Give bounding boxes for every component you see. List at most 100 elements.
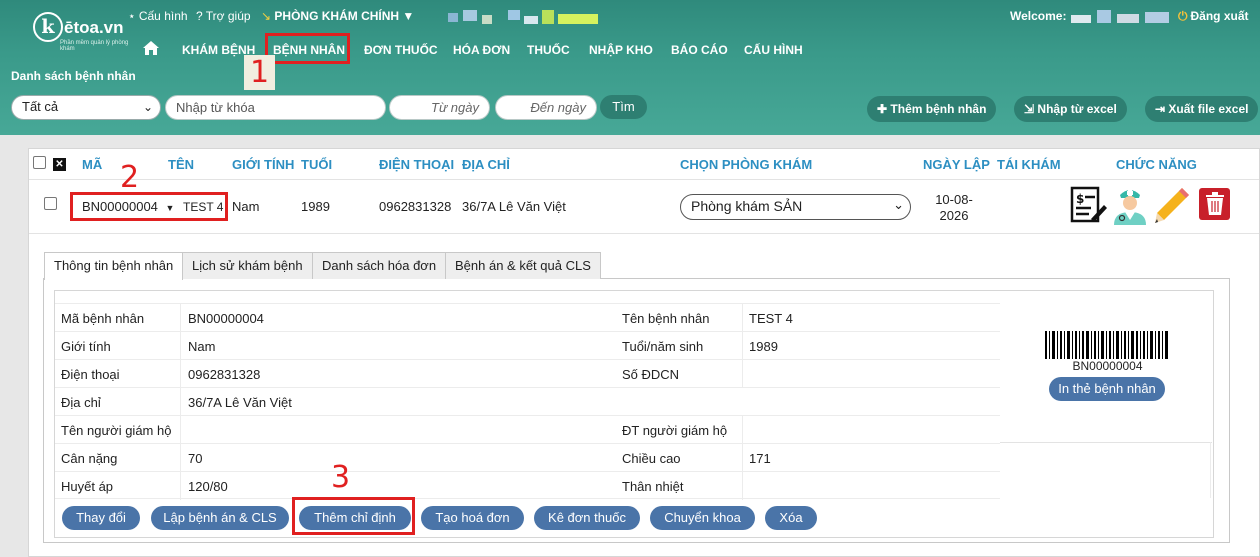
clinic-menu[interactable]: ↘ PHÒNG KHÁM CHÍNH ▼ [261,9,414,23]
tab-invoice-list[interactable]: Danh sách hóa đơn [312,252,447,279]
help-link[interactable]: ? Trợ giúp [196,9,251,23]
info-label: Số ĐDCN [622,367,680,382]
divider [180,360,181,388]
create-record-button[interactable]: Lập bệnh án & CLS [151,506,289,530]
row-age: 1989 [301,199,330,214]
divider [29,233,1259,234]
info-row: Điện thoại 0962831328 Số ĐDCN [55,359,1000,388]
info-value: BN00000004 [188,311,264,326]
nav-cau-hinh[interactable]: CẤU HÌNH [744,43,803,57]
col-header-name: TÊN [168,157,194,172]
clear-selection-icon[interactable]: ✕ [53,158,66,171]
doctor-icon[interactable] [1111,185,1149,225]
info-row: Địa chỉ 36/7A Lê Văn Việt [55,387,1000,416]
import-excel-button[interactable]: ⇲ Nhập từ excel [1014,96,1127,122]
row-gender: Nam [232,199,260,214]
info-value: 1989 [749,339,778,354]
clinic-select-value: Phòng khám SẢN [691,198,803,214]
col-header-phone: ĐIỆN THOẠI [379,157,455,172]
export-excel-label: Xuất file excel [1168,102,1249,116]
row-date-line1: 10-08- [935,192,973,207]
logout-link[interactable]: ⏻ Đăng xuất [1178,9,1249,24]
tab-patient-info[interactable]: Thông tin bệnh nhân [44,252,184,280]
info-label: Huyết áp [61,479,114,494]
logout-label: Đăng xuất [1190,9,1249,23]
info-label: Tuổi/năm sinh [622,339,704,354]
info-row: Mã bệnh nhân BN00000004 Tên bệnh nhân TE… [55,303,1000,332]
col-header-gender: GIỚI TÍNH [232,157,295,172]
edit-pencil-icon[interactable] [1152,185,1190,225]
col-header-address: ĐỊA CHỈ [462,157,510,172]
divider [29,179,1259,180]
chevron-down-icon: ⌄ [893,197,904,212]
search-button[interactable]: Tìm [600,95,647,119]
clinic-select[interactable]: Phòng khám SẢN ⌄ [680,194,911,220]
info-row: Giới tính Nam Tuổi/năm sinh 1989 [55,331,1000,360]
divider [742,416,743,444]
divider [180,388,181,416]
divider [180,416,181,444]
nav-nhap-kho[interactable]: NHẬP KHO [589,43,653,57]
divider [1000,442,1212,443]
keyword-input[interactable]: Nhập từ khóa [165,95,386,120]
callout-box-3 [292,497,415,535]
info-label: Chiều cao [622,451,681,466]
nav-bao-cao[interactable]: BÁO CÁO [671,43,728,57]
page-title: Danh sách bệnh nhân [11,69,136,83]
import-icon: ⇲ [1024,102,1035,116]
row-address: 36/7A Lê Văn Việt [462,199,566,214]
username-blurred [1071,10,1171,24]
clinic-menu-label: PHÒNG KHÁM CHÍNH [274,9,400,23]
info-value: 120/80 [188,479,228,494]
nav-thuoc[interactable]: THUỐC [527,43,570,57]
plus-icon: ✚ [877,102,888,116]
divider [742,444,743,472]
chevron-down-icon: ⌄ [142,100,153,114]
prescription-icon[interactable]: $ [1069,185,1107,225]
col-header-age: TUỔI [301,157,333,172]
add-patient-button[interactable]: ✚ Thêm bệnh nhân [867,96,997,122]
info-label: ĐT người giám hộ [622,423,728,438]
select-all-checkbox[interactable] [33,156,46,169]
to-date-input[interactable]: Đến ngày [495,95,597,120]
transfer-dept-button[interactable]: Chuyển khoa [650,506,755,530]
divider [742,360,743,388]
barcode-image [1045,331,1168,359]
nav-don-thuoc[interactable]: ĐƠN THUỐC [364,43,438,57]
row-phone: 0962831328 [379,199,452,214]
delete-button[interactable]: Xóa [765,506,817,530]
divider [180,304,181,332]
info-label: Giới tính [61,339,111,354]
barcode-text: BN00000004 [1072,359,1143,373]
status-select-value: Tất cả [22,99,59,114]
edit-button[interactable]: Thay đổi [62,506,140,530]
create-invoice-button[interactable]: Tạo hoá đơn [421,506,524,530]
config-link[interactable]: ⋆ Cấu hình [128,9,188,23]
tab-visit-history[interactable]: Lịch sử khám bệnh [182,252,313,279]
power-icon: ⏻ [1178,9,1188,23]
info-row: Huyết áp 120/80 Thân nhiệt [55,471,1000,500]
import-excel-label: Nhập từ excel [1037,102,1117,116]
info-value: TEST 4 [749,311,793,326]
info-label: Tên bệnh nhân [622,311,710,326]
delete-trash-icon[interactable] [1198,185,1232,225]
export-excel-button[interactable]: ⇥ Xuất file excel [1145,96,1259,122]
export-icon: ⇥ [1155,102,1166,116]
col-header-clinic: CHỌN PHÒNG KHÁM [680,157,813,172]
print-card-button[interactable]: In thẻ bệnh nhân [1049,377,1165,401]
tab-records-cls[interactable]: Bệnh án & kết quả CLS [445,252,601,279]
info-label: Thân nhiệt [622,479,684,494]
status-select[interactable]: Tất cả ⌄ [11,95,161,120]
nav-hoa-don[interactable]: HÓA ĐƠN [453,43,510,57]
divider [742,332,743,360]
divider [180,472,181,500]
info-label: Mã bệnh nhân [61,311,145,326]
add-patient-label: Thêm bệnh nhân [890,102,987,116]
divider [742,304,743,332]
prescribe-button[interactable]: Kê đơn thuốc [534,506,640,530]
row-checkbox[interactable] [44,197,57,210]
from-date-input[interactable]: Từ ngày [389,95,490,120]
divider [1210,442,1211,498]
info-row: Cân nặng 70 Chiều cao 171 [55,443,1000,472]
home-icon[interactable] [142,40,160,56]
